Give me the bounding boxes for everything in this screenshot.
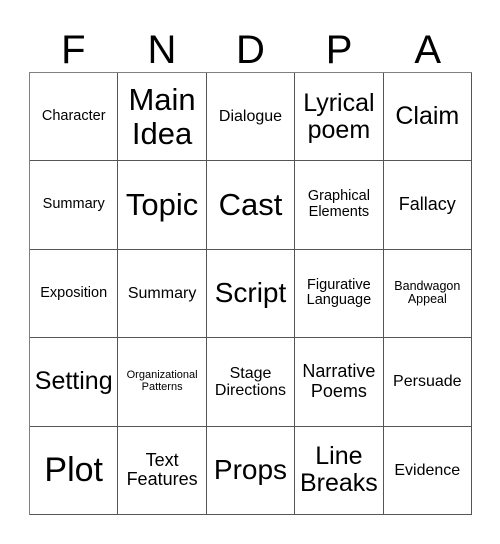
bingo-cell-label: Figurative Language (306, 276, 372, 309)
bingo-cell-label: Narrative Poems (302, 361, 376, 401)
bingo-cell-label: Graphical Elements (307, 188, 370, 221)
bingo-cell-r4-c2[interactable]: Organizational Patterns (118, 338, 207, 427)
bingo-cell-r2-c5[interactable]: Fallacy (383, 161, 472, 250)
bingo-cell-label: Fallacy (398, 194, 456, 215)
bingo-header-letter-2: D (236, 28, 265, 72)
bingo-cell-r2-c3[interactable]: Cast (206, 161, 296, 250)
bingo-header-row: FNDPA (29, 16, 472, 72)
bingo-header-letter-0: F (61, 28, 86, 72)
bingo-cell-r1-c5[interactable]: Claim (383, 73, 472, 162)
bingo-cell-r4-c4[interactable]: Narrative Poems (295, 338, 384, 427)
bingo-cell-r5-c1[interactable]: Plot (30, 426, 119, 515)
bingo-cell-label: Summary (127, 284, 197, 302)
bingo-cell-label: Exposition (40, 284, 108, 301)
bingo-cell-label: Claim (395, 102, 460, 131)
bingo-cell-label: Text Features (126, 449, 198, 490)
bingo-cell-label: Main Idea (128, 82, 196, 151)
bingo-cell-r4-c1[interactable]: Setting (30, 338, 119, 427)
bingo-header-letter-4: A (414, 28, 442, 72)
bingo-cell-label: Summary (42, 196, 105, 213)
bingo-cell-label: Topic (125, 187, 199, 223)
bingo-cell-label: Character (41, 107, 106, 124)
bingo-cell-r3-c2[interactable]: Summary (118, 249, 207, 339)
bingo-cell-label: Dialogue (218, 108, 283, 126)
bingo-card: F N D P A Character Main Idea Dialogue Lyrical … (0, 0, 500, 544)
bingo-cell-r5-c5[interactable]: Evidence (383, 426, 472, 515)
bingo-cell-label: Stage Directions (214, 364, 287, 399)
bingo-cell-r5-c3[interactable]: Props (206, 426, 296, 515)
bingo-cell-r2-c4[interactable]: Graphical Elements (295, 161, 384, 250)
bingo-cell-r5-c4[interactable]: Line Breaks (295, 426, 384, 515)
bingo-cell-label: Evidence (394, 461, 461, 479)
bingo-cell-r3-c3[interactable]: Script (206, 249, 296, 339)
bingo-cell-r1-c3[interactable]: Dialogue (206, 73, 296, 162)
bingo-header-letter-3: P (325, 28, 353, 72)
bingo-cell-r5-c2[interactable]: Text Features (118, 426, 207, 515)
bingo-cell-r3-c1[interactable]: Exposition (30, 249, 119, 339)
bingo-cell-label: Plot (44, 450, 103, 489)
bingo-cell-r2-c1[interactable]: Summary (30, 161, 119, 250)
bingo-cell-label: Setting (34, 367, 113, 396)
bingo-cell-label: Cast (218, 187, 283, 223)
bingo-cell-r3-c4[interactable]: Figurative Language (295, 249, 384, 339)
bingo-cell-label: Bandwagon Appeal (394, 278, 461, 307)
bingo-cell-r1-c4[interactable]: Lyrical poem (295, 73, 384, 162)
bingo-cell-r4-c3[interactable]: Stage Directions (206, 338, 296, 427)
bingo-cell-label: Persuade (393, 373, 462, 391)
bingo-cell-r1-c2[interactable]: Main Idea (118, 73, 207, 162)
bingo-cell-r2-c2[interactable]: Topic (118, 161, 207, 250)
bingo-cell-r4-c5[interactable]: Persuade (383, 338, 472, 427)
bingo-cell-label: Script (214, 277, 287, 309)
bingo-cell-label: Props (213, 454, 288, 486)
bingo-cell-label: Organizational Patterns (126, 369, 198, 393)
bingo-cell-r1-c1[interactable]: Character (30, 73, 119, 162)
bingo-cell-r3-c5[interactable]: Bandwagon Appeal (383, 249, 472, 339)
bingo-header-letter-1: N (147, 28, 177, 72)
bingo-cell-label: Line Breaks (299, 442, 378, 498)
bingo-cell-label: Lyrical poem (303, 88, 375, 144)
bingo-grid: Character Main Idea Dialogue Lyrical poem Cl… (29, 72, 472, 515)
